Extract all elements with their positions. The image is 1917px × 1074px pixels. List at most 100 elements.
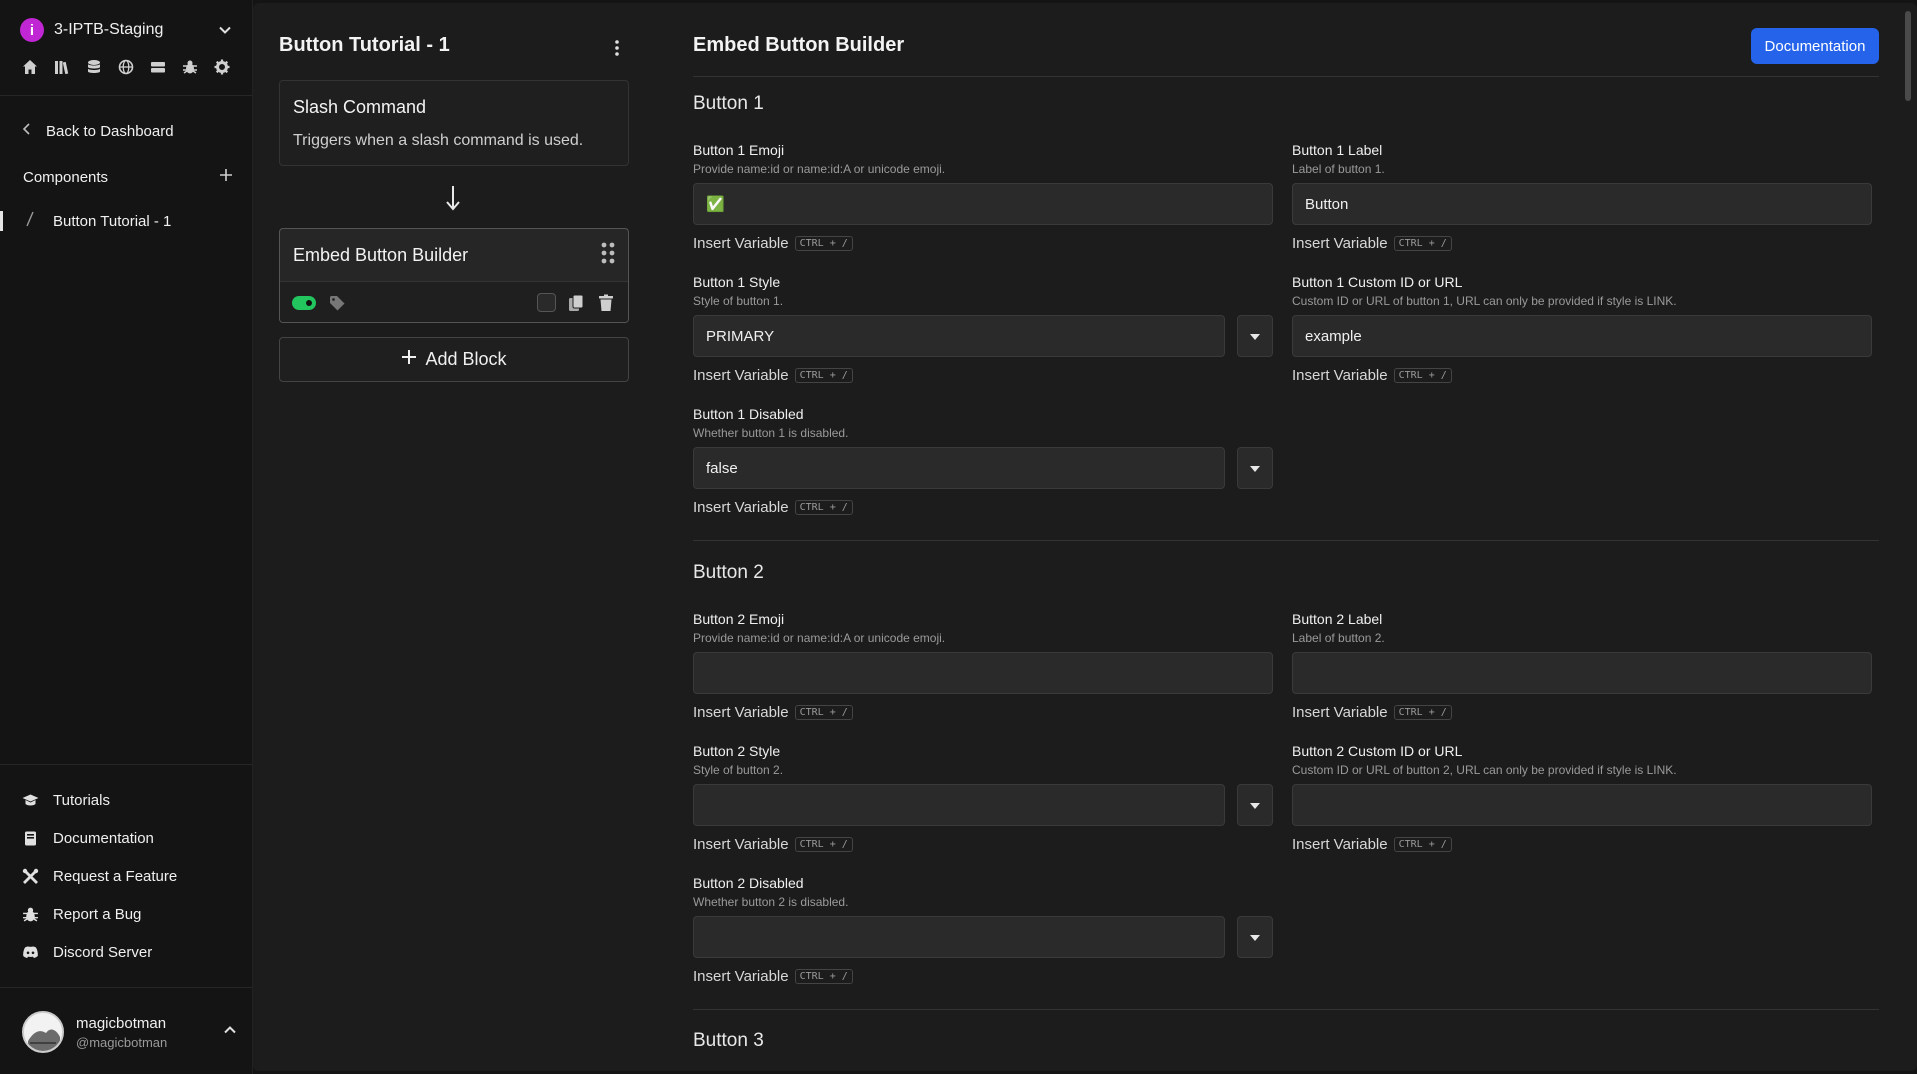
- insert-variable-label: Insert Variable: [1292, 704, 1388, 721]
- gear-icon[interactable]: [212, 58, 231, 77]
- shortcut-badge: CTRL + /: [1393, 705, 1452, 720]
- chevron-down-icon[interactable]: [215, 20, 235, 40]
- button-1-disabled-input[interactable]: false: [693, 447, 1225, 489]
- caret-down-icon: [1250, 459, 1260, 477]
- components-header: Components: [23, 166, 233, 188]
- divider: [693, 76, 1879, 77]
- button-1-label-input[interactable]: Button: [1292, 183, 1872, 225]
- nav-documentation[interactable]: Documentation: [22, 827, 242, 849]
- insert-variable-label: Insert Variable: [693, 499, 789, 516]
- add-block-button[interactable]: Add Block: [279, 337, 629, 382]
- field-description: Style of button 2.: [693, 763, 784, 777]
- insert-variable-button[interactable]: Insert Variable CTRL + /: [1292, 235, 1872, 252]
- trash-icon[interactable]: [596, 293, 616, 313]
- back-to-dashboard-link[interactable]: Back to Dashboard: [22, 120, 174, 142]
- button-2-emoji-field: Button 2 Emoji Provide name:id or name:i…: [693, 611, 1273, 721]
- field-description: Provide name:id or name:id:A or unicode …: [693, 162, 946, 176]
- user-handle: @magicbotman: [76, 1034, 168, 1050]
- dropdown-toggle[interactable]: [1237, 784, 1273, 826]
- button-2-label-field: Button 2 Label Label of button 2. Insert…: [1292, 611, 1872, 721]
- button-2-disabled-input[interactable]: [693, 916, 1225, 958]
- insert-variable-button[interactable]: Insert Variable CTRL + /: [693, 235, 1273, 252]
- copy-icon[interactable]: [566, 293, 586, 313]
- divider: [693, 1009, 1879, 1010]
- field-description: Custom ID or URL of button 1, URL can on…: [1292, 294, 1677, 308]
- insert-variable-button[interactable]: Insert Variable CTRL + /: [1292, 367, 1872, 384]
- home-icon[interactable]: [20, 58, 39, 77]
- insert-variable-button[interactable]: Insert Variable CTRL + /: [693, 367, 1273, 384]
- insert-variable-button[interactable]: Insert Variable CTRL + /: [693, 968, 1273, 985]
- storage-icon[interactable]: [148, 58, 167, 77]
- insert-variable-label: Insert Variable: [1292, 235, 1388, 252]
- button-1-emoji-input[interactable]: ✅: [693, 183, 1273, 225]
- components-label: Components: [23, 168, 109, 186]
- scrollbar[interactable]: [1905, 11, 1911, 101]
- more-options-icon[interactable]: [608, 37, 626, 59]
- insert-variable-label: Insert Variable: [693, 367, 789, 384]
- section-title: Button 2: [693, 562, 764, 583]
- block-enabled-toggle[interactable]: [292, 295, 316, 310]
- field-label: Button 1 Custom ID or URL: [1292, 274, 1463, 290]
- trigger-card[interactable]: Slash Command Triggers when a slash comm…: [279, 80, 629, 166]
- server-name: 3-IPTB-Staging: [54, 21, 164, 38]
- button-2-label-input[interactable]: [1292, 652, 1872, 694]
- insert-variable-button[interactable]: Insert Variable CTRL + /: [693, 499, 1273, 516]
- button-2-style-input[interactable]: [693, 784, 1225, 826]
- drag-handle-icon[interactable]: [601, 242, 615, 269]
- insert-variable-label: Insert Variable: [693, 836, 789, 853]
- globe-icon[interactable]: [116, 58, 135, 77]
- block-card[interactable]: Embed Button Builder: [279, 228, 629, 323]
- insert-variable-button[interactable]: Insert Variable CTRL + /: [1292, 836, 1872, 853]
- component-item-label: Button Tutorial - 1: [53, 212, 172, 230]
- shortcut-badge: CTRL + /: [1393, 236, 1452, 251]
- component-item[interactable]: Button Tutorial - 1: [0, 210, 253, 232]
- button-1-style-field: Button 1 Style Style of button 1. PRIMAR…: [693, 274, 1273, 384]
- dropdown-toggle[interactable]: [1237, 447, 1273, 489]
- button-2-custom-id-input[interactable]: [1292, 784, 1872, 826]
- bug-icon: [22, 906, 39, 923]
- insert-variable-button[interactable]: Insert Variable CTRL + /: [693, 836, 1273, 853]
- book-icon: [22, 830, 39, 847]
- library-icon[interactable]: [52, 58, 71, 77]
- button-1-label-field: Button 1 Label Label of button 1. Button…: [1292, 142, 1872, 252]
- nav-tutorials[interactable]: Tutorials: [22, 789, 242, 811]
- nav-request-feature[interactable]: Request a Feature: [22, 865, 242, 887]
- shortcut-badge: CTRL + /: [794, 705, 853, 720]
- slash-command-icon: [25, 211, 43, 231]
- back-label: Back to Dashboard: [46, 122, 174, 140]
- button-1-style-input[interactable]: PRIMARY: [693, 315, 1225, 357]
- insert-variable-label: Insert Variable: [693, 968, 789, 985]
- server-selector[interactable]: i 3-IPTB-Staging: [20, 16, 235, 44]
- field-label: Button 2 Style: [693, 743, 781, 759]
- field-description: Whether button 1 is disabled.: [693, 426, 849, 440]
- block-title: Embed Button Builder: [293, 244, 469, 265]
- shortcut-badge: CTRL + /: [794, 837, 853, 852]
- select-checkbox[interactable]: [536, 293, 556, 313]
- insert-variable-button[interactable]: Insert Variable CTRL + /: [1292, 704, 1872, 721]
- add-component-icon[interactable]: [219, 168, 233, 186]
- database-icon[interactable]: [84, 58, 103, 77]
- block-card-header: Embed Button Builder: [280, 229, 628, 282]
- dropdown-toggle[interactable]: [1237, 315, 1273, 357]
- dropdown-toggle[interactable]: [1237, 916, 1273, 958]
- button-1-custom-id-input[interactable]: example: [1292, 315, 1872, 357]
- tag-icon[interactable]: [328, 294, 346, 312]
- server-logo: i: [20, 18, 44, 42]
- button-2-custom-id-field: Button 2 Custom ID or URL Custom ID or U…: [1292, 743, 1872, 853]
- chevron-up-icon[interactable]: [223, 1023, 237, 1042]
- plus-icon: [401, 349, 417, 370]
- add-block-label: Add Block: [425, 349, 507, 369]
- bug-icon[interactable]: [180, 58, 199, 77]
- select-wrapper: false: [693, 447, 1273, 489]
- documentation-button[interactable]: Documentation: [1751, 28, 1879, 64]
- field-description: Whether button 2 is disabled.: [693, 895, 849, 909]
- tools-icon: [22, 868, 39, 885]
- nav-discord-server[interactable]: Discord Server: [22, 941, 242, 963]
- user-profile[interactable]: magicbotman @magicbotman: [22, 1010, 237, 1054]
- arrow-down-icon: [443, 183, 463, 213]
- insert-variable-button[interactable]: Insert Variable CTRL + /: [693, 704, 1273, 721]
- form-title: Embed Button Builder: [693, 34, 905, 56]
- nav-report-bug[interactable]: Report a Bug: [22, 903, 242, 925]
- field-label: Button 1 Disabled: [693, 406, 804, 422]
- button-2-emoji-input[interactable]: [693, 652, 1273, 694]
